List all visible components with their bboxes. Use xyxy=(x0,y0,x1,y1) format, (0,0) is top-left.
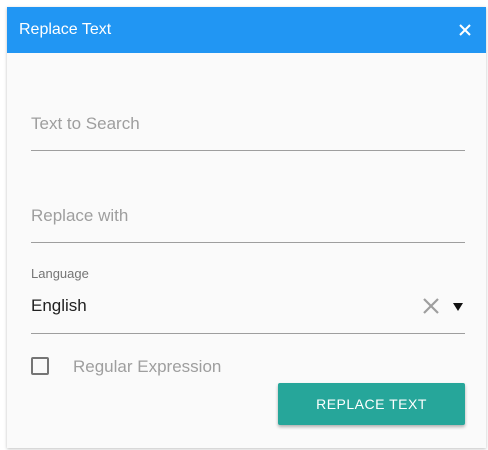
language-value: English xyxy=(31,296,87,315)
dialog-header: Replace Text xyxy=(7,7,486,53)
replace-input[interactable] xyxy=(31,195,465,242)
language-label: Language xyxy=(31,266,89,281)
search-field: Text to Search xyxy=(31,103,465,151)
regex-checkbox[interactable] xyxy=(31,357,49,375)
search-input[interactable] xyxy=(31,103,465,150)
language-clear-button[interactable] xyxy=(422,297,440,315)
dialog-title: Replace Text xyxy=(19,21,112,38)
regex-label[interactable]: Regular Expression xyxy=(73,357,221,377)
chevron-down-icon[interactable] xyxy=(453,303,463,311)
language-select[interactable]: English xyxy=(31,287,465,334)
replace-field: Replace with xyxy=(31,195,465,243)
close-icon xyxy=(423,298,439,314)
close-button[interactable] xyxy=(454,19,476,41)
replace-text-dialog: Replace Text Text to Search Replace with… xyxy=(7,7,486,448)
replace-text-button[interactable]: REPLACE TEXT xyxy=(278,383,465,425)
close-icon xyxy=(459,24,471,36)
